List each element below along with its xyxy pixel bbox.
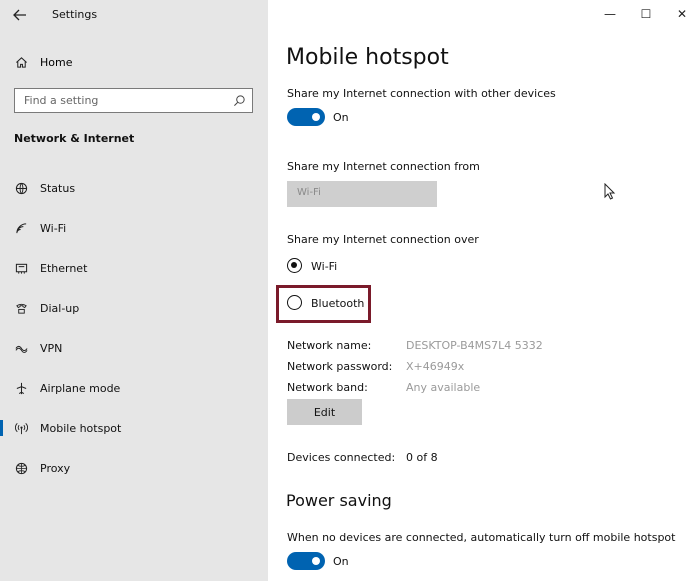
sidebar: Settings Home Find a setting Network & I…: [0, 0, 268, 581]
airplane-icon: [14, 381, 28, 395]
share-from-dropdown[interactable]: Wi-Fi: [287, 181, 437, 207]
maximize-button[interactable]: ☐: [628, 0, 664, 28]
share-from-label: Share my Internet connection from: [287, 160, 480, 173]
minimize-button[interactable]: —: [592, 0, 628, 28]
window-controls: — ☐ ✕: [592, 0, 700, 28]
sidebar-item-label: Status: [40, 181, 76, 195]
share-from-value: Wi-Fi: [297, 187, 321, 198]
power-saving-title: Power saving: [286, 491, 392, 510]
sidebar-item-label: Wi-Fi: [40, 221, 67, 235]
network-name-label: Network name:: [287, 339, 372, 352]
ethernet-icon: [14, 261, 28, 275]
close-icon: ✕: [676, 7, 688, 21]
power-saving-toggle-label: On: [333, 555, 349, 568]
devices-connected-label: Devices connected:: [287, 451, 396, 464]
home-icon: [14, 55, 28, 69]
mouse-cursor-icon: [604, 183, 616, 200]
page-title: Mobile hotspot: [286, 45, 449, 70]
sidebar-item-label: Dial-up: [40, 301, 80, 315]
minimize-icon: —: [604, 7, 616, 21]
titlebar-left: Settings: [0, 0, 268, 30]
sidebar-item-mobile-hotspot[interactable]: Mobile hotspot: [0, 414, 268, 442]
wifi-icon: [14, 221, 28, 235]
wifi-radio-label: Wi-Fi: [311, 260, 338, 273]
proxy-icon: [14, 461, 28, 475]
power-saving-toggle[interactable]: [287, 552, 325, 570]
sidebar-item-wifi[interactable]: Wi-Fi: [0, 214, 268, 242]
sidebar-item-status[interactable]: Status: [0, 174, 268, 202]
dialup-icon: [14, 301, 28, 315]
sidebar-item-label: VPN: [40, 341, 63, 355]
sidebar-item-vpn[interactable]: VPN: [0, 334, 268, 362]
share-toggle[interactable]: [287, 108, 325, 126]
edit-button[interactable]: Edit: [287, 399, 362, 425]
home-label: Home: [40, 55, 73, 69]
hotspot-icon: [14, 421, 28, 435]
network-band-value: Any available: [406, 381, 481, 394]
search-placeholder: Find a setting: [24, 94, 99, 107]
network-password-value: X+46949x: [406, 360, 465, 373]
sidebar-item-ethernet[interactable]: Ethernet: [0, 254, 268, 282]
home-nav[interactable]: Home: [14, 53, 72, 71]
share-toggle-label: On: [333, 111, 349, 124]
sidebar-item-proxy[interactable]: Proxy: [0, 454, 268, 482]
maximize-icon: ☐: [640, 7, 652, 21]
sidebar-item-label: Proxy: [40, 461, 71, 475]
sidebar-item-airplane[interactable]: Airplane mode: [0, 374, 268, 402]
search-icon: [234, 95, 245, 106]
sidebar-item-label: Mobile hotspot: [40, 421, 122, 435]
back-button[interactable]: [12, 7, 30, 23]
sidebar-item-dialup[interactable]: Dial-up: [0, 294, 268, 322]
highlight-box: [276, 285, 371, 323]
network-password-label: Network password:: [287, 360, 393, 373]
back-arrow-icon: [13, 9, 26, 21]
app-title: Settings: [52, 8, 98, 21]
devices-connected-value: 0 of 8: [406, 451, 438, 464]
wifi-radio[interactable]: [287, 258, 302, 273]
section-title: Network & Internet: [14, 132, 135, 145]
network-name-value: DESKTOP-B4MS7L4 5332: [406, 339, 543, 352]
status-icon: [14, 181, 28, 195]
sidebar-item-label: Airplane mode: [40, 381, 121, 395]
sidebar-item-label: Ethernet: [40, 261, 88, 275]
search-input[interactable]: Find a setting: [14, 88, 253, 113]
power-saving-label: When no devices are connected, automatic…: [287, 531, 676, 544]
share-label: Share my Internet connection with other …: [287, 87, 556, 100]
close-button[interactable]: ✕: [664, 0, 700, 28]
network-band-label: Network band:: [287, 381, 368, 394]
vpn-icon: [14, 341, 28, 355]
share-over-label: Share my Internet connection over: [287, 233, 479, 246]
